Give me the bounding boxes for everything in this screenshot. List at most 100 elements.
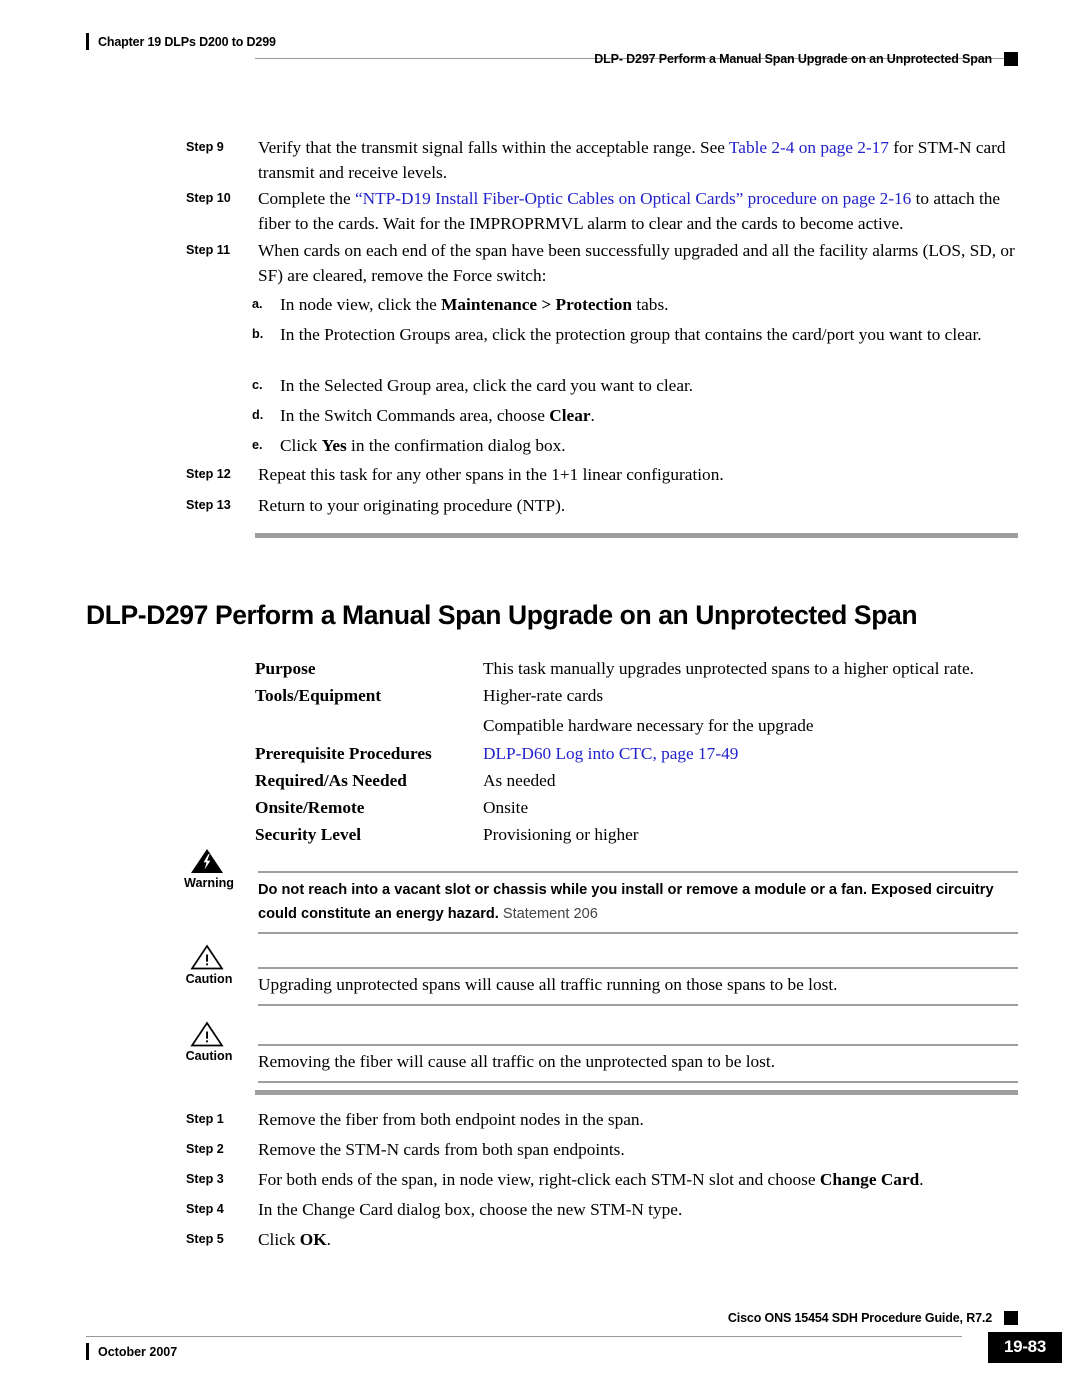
bottom-step-row-1: Step 1 Remove the fiber from both endpoi… (186, 1107, 1016, 1132)
substep-ui-label: Maintenance > Protection (441, 295, 633, 314)
substep-text-part: in the confirmation dialog box. (346, 436, 566, 455)
property-value: Onsite (483, 798, 529, 817)
substep-text-part: In the Protection Groups area, click the… (280, 325, 982, 344)
header-running-title: DLP- D297 Perform a Manual Span Upgrade … (594, 52, 992, 66)
substep-row-c: c. In the Selected Group area, click the… (252, 373, 1016, 398)
property-key: Purpose (255, 659, 316, 678)
step-text-part: Verify that the transmit signal falls wi… (258, 138, 729, 157)
step-row-13: Step 13 Return to your originating proce… (186, 493, 1016, 518)
page-title: DLP-D297 Perform a Manual Span Upgrade o… (86, 599, 918, 630)
section-divider (255, 533, 1018, 538)
admonition-text: Upgrading unprotected spans will cause a… (258, 975, 838, 994)
admonition-bottom-rule (258, 1081, 1018, 1083)
property-key: Required/As Needed (255, 771, 407, 790)
admonition-bottom-rule (258, 1004, 1018, 1006)
step-text: Click OK. (258, 1227, 1016, 1252)
admonition-label: Caution (185, 972, 233, 986)
step-text: Verify that the transmit signal falls wi… (258, 135, 1016, 185)
property-value: Compatible hardware necessary for the up… (483, 716, 814, 735)
step-text-part: . (326, 1230, 331, 1249)
footer-square-marker-icon (1004, 1311, 1018, 1325)
step-ui-label: Change Card (819, 1170, 920, 1189)
bottom-step-row-3: Step 3 For both ends of the span, in nod… (186, 1167, 1016, 1192)
property-row-security: Security Level Provisioning or higher (255, 821, 1018, 848)
step-label: Step 13 (186, 498, 231, 512)
step-text: Repeat this task for any other spans in … (258, 465, 724, 484)
property-value: This task manually upgrades unprotected … (483, 659, 974, 678)
step-text: For both ends of the span, in node view,… (258, 1167, 1016, 1192)
admonition-label: Caution (185, 1049, 233, 1063)
admonition-caution-2: Caution Removing the fiber will cause al… (140, 1021, 1018, 1085)
substep-text: In node view, click the Maintenance > Pr… (280, 292, 1016, 317)
step-text-part: Complete the (258, 189, 355, 208)
substep-row-b: b. In the Protection Groups area, click … (252, 322, 1016, 347)
step-text-part: Click (258, 1230, 300, 1249)
step-text: In the Change Card dialog box, choose th… (258, 1197, 1016, 1222)
footer-divider (86, 1336, 962, 1337)
header-square-marker-icon (1004, 52, 1018, 66)
step-label: Step 3 (186, 1172, 224, 1186)
property-key: Security Level (255, 825, 362, 844)
bottom-step-row-4: Step 4 In the Change Card dialog box, ch… (186, 1197, 1016, 1222)
property-value: Provisioning or higher (483, 825, 639, 844)
substep-text-part: . (590, 406, 595, 425)
step-label: Step 12 (186, 467, 231, 481)
bottom-step-row-2: Step 2 Remove the STM-N cards from both … (186, 1137, 1016, 1162)
substep-text: Click Yes in the confirmation dialog box… (280, 433, 1016, 458)
page-footer: Cisco ONS 15454 SDH Procedure Guide, R7.… (0, 1300, 1080, 1390)
property-value: Higher-rate cards (483, 686, 604, 705)
footer-date-group: October 2007 (86, 1343, 177, 1360)
admonition-text: Do not reach into a vacant slot or chass… (258, 878, 1018, 926)
admonition-top-rule (258, 1044, 1018, 1046)
property-key: Prerequisite Procedures (255, 744, 432, 763)
step-row-9: Step 9 Verify that the transmit signal f… (186, 135, 1016, 185)
substep-text-part: Click (280, 436, 322, 455)
substep-label: e. (252, 438, 263, 452)
step-row-11: Step 11 When cards on each end of the sp… (186, 238, 1016, 288)
substep-label: d. (252, 408, 264, 422)
header-running-title-group: DLP- D297 Perform a Manual Span Upgrade … (594, 52, 1018, 66)
substep-label: c. (252, 378, 263, 392)
step-row-10: Step 10 Complete the “NTP-D19 Install Fi… (186, 186, 1016, 236)
substep-text: In the Switch Commands area, choose Clea… (280, 403, 1016, 428)
footer-date: October 2007 (98, 1344, 178, 1359)
admonition-top-rule (258, 871, 1018, 873)
cross-reference-link[interactable]: “NTP-D19 Install Fiber-Optic Cables on O… (355, 189, 911, 208)
procedure-steps-divider (255, 1090, 1018, 1095)
admonition-caution-1: Caution Upgrading unprotected spans will… (140, 944, 1018, 1008)
step-text-part: In the Change Card dialog box, choose th… (258, 1200, 683, 1219)
admonition-warning: Warning Do not reach into a vacant slot … (140, 848, 1018, 934)
step-row-12: Step 12 Repeat this task for any other s… (186, 462, 1016, 487)
admonition-statement-number: Statement 206 (498, 906, 598, 922)
step-label: Step 11 (186, 243, 231, 257)
caution-exclamation-triangle-icon (190, 1021, 224, 1047)
step-label: Step 10 (186, 191, 231, 205)
property-row-tools-extra: Compatible hardware necessary for the up… (255, 712, 1018, 739)
step-text-part: Remove the fiber from both endpoint node… (258, 1110, 644, 1129)
header-chapter-text: Chapter 19 DLPs D200 to D299 (98, 34, 276, 49)
header-tick-marker (86, 33, 89, 50)
property-row-prerequisite: Prerequisite Procedures DLP-D60 Log into… (255, 740, 1018, 767)
substep-text-part: In node view, click the (280, 295, 442, 314)
property-row-purpose: Purpose This task manually upgrades unpr… (255, 655, 1018, 682)
substep-text-part: In the Selected Group area, click the ca… (280, 376, 694, 395)
step-label: Step 5 (186, 1232, 224, 1246)
property-value-link[interactable]: DLP-D60 Log into CTC, page 17-49 (483, 740, 738, 767)
footer-guide-group: Cisco ONS 15454 SDH Procedure Guide, R7.… (728, 1311, 1018, 1325)
substep-row-a: a. In node view, click the Maintenance >… (252, 292, 1016, 317)
footer-tick-marker (86, 1343, 89, 1360)
substep-text-part: In the Switch Commands area, choose (280, 406, 550, 425)
substep-row-d: d. In the Switch Commands area, choose C… (252, 403, 1016, 428)
admonition-bottom-rule (258, 932, 1018, 934)
substep-label: a. (252, 297, 263, 311)
step-label: Step 9 (186, 140, 224, 154)
step-text: Complete the “NTP-D19 Install Fiber-Opti… (258, 186, 1016, 236)
step-label: Step 1 (186, 1112, 224, 1126)
step-text: Return to your originating procedure (NT… (258, 496, 566, 515)
substep-ui-label: Yes (321, 436, 347, 455)
page-number-badge: 19-83 (988, 1332, 1062, 1363)
cross-reference-link[interactable]: Table 2-4 on page 2-17 (729, 138, 889, 157)
substep-ui-label: Clear (549, 406, 591, 425)
property-value: As needed (483, 771, 556, 790)
step-text: When cards on each end of the span have … (258, 241, 1015, 285)
